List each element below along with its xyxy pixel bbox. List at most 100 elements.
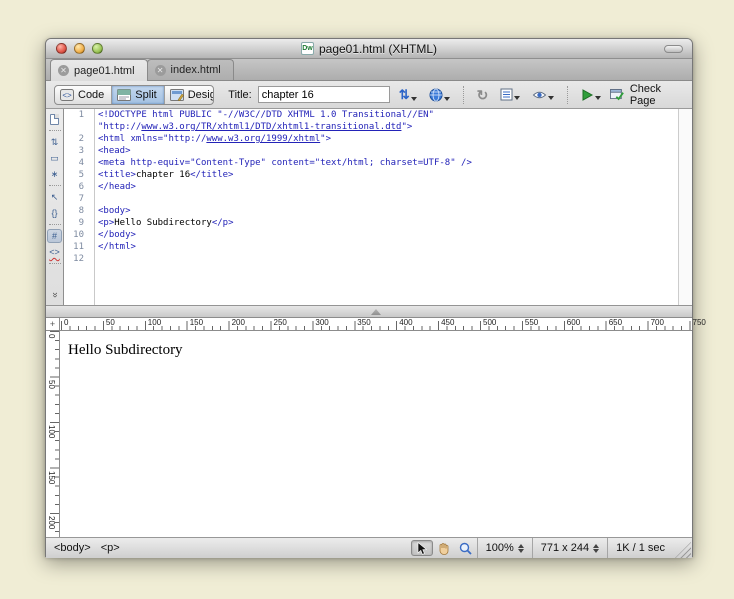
- ruler-label: 200: [47, 516, 56, 529]
- code-line[interactable]: 11 </html>: [64, 241, 678, 253]
- code-token: </html>: [98, 242, 136, 252]
- ruler-label: 50: [47, 380, 56, 389]
- code-line[interactable]: 10</body>: [64, 229, 678, 241]
- coding-toolbar-separator: [49, 130, 61, 131]
- glyph: ▭: [50, 153, 59, 163]
- code-line[interactable]: 3<head>: [64, 145, 678, 157]
- code-line[interactable]: 5<title>chapter 16</title>: [64, 169, 678, 181]
- ruler-origin-icon: +: [46, 318, 60, 330]
- highlight-invalid-code-icon[interactable]: <>: [47, 245, 62, 259]
- line-number[interactable]: 7: [64, 193, 90, 205]
- zoom-level-select[interactable]: 100%: [477, 538, 532, 558]
- refresh-design-view-icon[interactable]: ↻: [474, 86, 492, 104]
- title-bar[interactable]: Dw page01.html (XHTML): [46, 39, 692, 59]
- line-number[interactable]: 9: [64, 217, 90, 229]
- split-view-button[interactable]: Split: [112, 86, 164, 104]
- line-number[interactable]: [64, 121, 90, 133]
- tab-close-icon[interactable]: ✕: [58, 65, 69, 76]
- visual-aids-icon[interactable]: [529, 87, 557, 103]
- file-management-icon[interactable]: ⇅: [396, 86, 420, 104]
- balance-braces-icon[interactable]: {}: [47, 206, 62, 220]
- zoom-window-button[interactable]: [92, 43, 103, 54]
- vertical-ruler[interactable]: 050100150200: [46, 331, 60, 537]
- minimize-window-button[interactable]: [74, 43, 85, 54]
- line-number[interactable]: 6: [64, 181, 90, 193]
- code-view-button[interactable]: <>Code: [55, 86, 112, 104]
- close-window-button[interactable]: [56, 43, 67, 54]
- coding-toolbar-separator: [49, 224, 61, 225]
- code-token: </title>: [190, 170, 233, 180]
- select-tool-button[interactable]: [411, 540, 433, 556]
- code-line[interactable]: "http://www.w3.org/TR/xhtml1/DTD/xhtml1-…: [64, 121, 678, 133]
- check-page-button[interactable]: Check Page: [610, 83, 684, 107]
- glyph: #: [52, 231, 57, 241]
- horizontal-ruler[interactable]: + 05010015020025030035040045050055060065…: [46, 318, 692, 331]
- hand-tool-button[interactable]: [433, 540, 455, 556]
- resize-grip[interactable]: [675, 542, 691, 558]
- view-options-icon[interactable]: [497, 86, 523, 103]
- line-number[interactable]: 12: [64, 253, 90, 265]
- document-tab-page01.html[interactable]: ✕page01.html: [50, 59, 148, 81]
- code-line[interactable]: 1<!DOCTYPE html PUBLIC "-//W3C//DTD XHTM…: [64, 109, 678, 121]
- code-line[interactable]: 7: [64, 193, 678, 205]
- splitter-handle-icon[interactable]: [371, 309, 381, 315]
- globe-icon: [429, 88, 443, 102]
- code-token: <meta http-equiv="Content-Type" content=…: [98, 158, 472, 168]
- view-button-label: Design: [188, 89, 215, 101]
- line-number[interactable]: 3: [64, 145, 90, 157]
- split-view-divider[interactable]: [46, 305, 692, 318]
- code-line[interactable]: 2 <html xmlns="http://www.w3.org/1999/xht…: [64, 133, 678, 145]
- line-numbers-icon[interactable]: #: [47, 229, 62, 243]
- ruler-label: 550: [525, 318, 538, 327]
- window-size-select[interactable]: 771 x 244: [532, 538, 607, 558]
- code-line[interactable]: 9<p>Hello Subdirectory</p>: [64, 217, 678, 229]
- code-line[interactable]: 12: [64, 253, 678, 265]
- line-number[interactable]: 1: [64, 109, 90, 121]
- document-title-input[interactable]: [258, 86, 390, 103]
- document-tab-index.html[interactable]: ✕index.html: [147, 59, 234, 80]
- design-canvas[interactable]: Hello Subdirectory: [60, 331, 692, 537]
- more-options-icon[interactable]: »: [48, 288, 62, 303]
- line-number[interactable]: 5: [64, 169, 90, 181]
- glyph: ⇅: [51, 137, 59, 147]
- collapse-full-tag-icon[interactable]: ⇅: [47, 135, 62, 149]
- preview-in-browser-icon[interactable]: [426, 86, 453, 104]
- line-number[interactable]: 8: [64, 205, 90, 217]
- tag-selector-p[interactable]: <p>: [101, 542, 120, 554]
- code-text: </body>: [90, 229, 136, 241]
- code-scrollbar-track[interactable]: [678, 109, 692, 305]
- ruler-label: 150: [190, 318, 203, 327]
- code-view-pane: ⇅ ▭ ∗ ↖ {} # <> » 1<!DOCTYPE html PUBLIC "-//W3…: [46, 109, 692, 305]
- dreamweaver-doc-icon: Dw: [301, 42, 314, 55]
- tag-selector-body[interactable]: <body>: [54, 542, 91, 554]
- code-token: <html xmlns="http://: [98, 134, 206, 144]
- line-number[interactable]: 4: [64, 157, 90, 169]
- code-url: www.w3.org/1999/xhtml: [206, 134, 320, 144]
- toolbar-toggle-button[interactable]: [664, 45, 683, 53]
- open-documents-icon[interactable]: [47, 112, 62, 126]
- code-line[interactable]: 8<body>: [64, 205, 678, 217]
- ruler-label: 600: [567, 318, 580, 327]
- document-size-stats: 1K / 1 sec: [607, 538, 673, 558]
- collapse-selection-icon[interactable]: ▭: [47, 151, 62, 165]
- code-text: <head>: [90, 145, 131, 157]
- coding-toolbar-separator: [49, 185, 61, 186]
- ruler-label: 400: [399, 318, 412, 327]
- validate-markup-icon[interactable]: [578, 87, 604, 103]
- line-number[interactable]: 10: [64, 229, 90, 241]
- gutter-divider: [94, 109, 95, 305]
- tab-close-icon[interactable]: ✕: [155, 65, 166, 76]
- design-view-button[interactable]: Design: [165, 86, 215, 104]
- code-line[interactable]: 6</head>: [64, 181, 678, 193]
- design-paragraph-text[interactable]: Hello Subdirectory: [68, 342, 692, 359]
- line-number[interactable]: 11: [64, 241, 90, 253]
- toolbar-separator: [567, 86, 568, 104]
- select-parent-tag-icon[interactable]: ↖: [47, 190, 62, 204]
- glyph: ∗: [51, 169, 59, 179]
- ruler-label: 200: [232, 318, 245, 327]
- code-editor[interactable]: 1<!DOCTYPE html PUBLIC "-//W3C//DTD XHTM…: [64, 109, 678, 305]
- line-number[interactable]: 2: [64, 133, 90, 145]
- code-line[interactable]: 4 <meta http-equiv="Content-Type" content…: [64, 157, 678, 169]
- zoom-tool-button[interactable]: [455, 540, 477, 556]
- expand-all-icon[interactable]: ∗: [47, 167, 62, 181]
